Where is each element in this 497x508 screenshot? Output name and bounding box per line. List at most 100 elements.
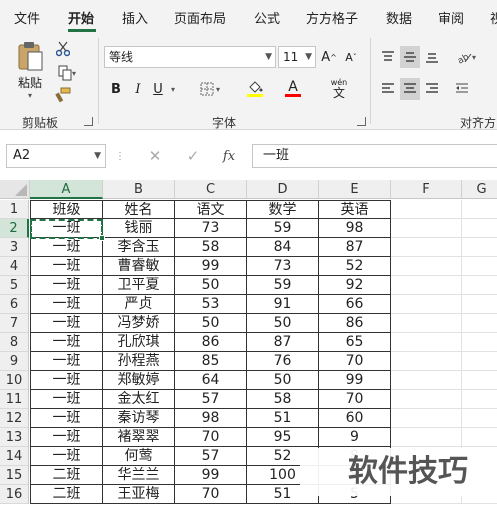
table-cell[interactable] [462, 352, 497, 371]
fill-handle[interactable] [99, 235, 105, 241]
table-cell[interactable]: 50 [247, 371, 319, 390]
tab-8[interactable]: 审阅 [438, 8, 464, 27]
align-bottom-icon[interactable] [422, 46, 442, 68]
table-cell[interactable] [391, 276, 462, 295]
table-cell[interactable] [462, 428, 497, 447]
table-cell[interactable]: 51 [247, 409, 319, 428]
table-cell[interactable] [391, 238, 462, 257]
tab-7[interactable]: 数据 [386, 8, 412, 27]
table-cell[interactable]: 二班 [30, 466, 103, 485]
select-all-corner[interactable] [0, 180, 30, 199]
table-cell[interactable]: 58 [247, 390, 319, 409]
column-header-g[interactable]: G [462, 180, 497, 199]
table-cell[interactable]: 50 [175, 314, 247, 333]
table-cell[interactable] [462, 314, 497, 333]
chevron-down-icon[interactable]: ▼ [265, 47, 272, 67]
table-cell[interactable]: 52 [319, 257, 391, 276]
table-cell[interactable] [462, 276, 497, 295]
row-header[interactable]: 8 [0, 333, 29, 352]
table-cell[interactable]: 华兰兰 [103, 466, 175, 485]
row-header[interactable]: 5 [0, 276, 29, 295]
column-header-d[interactable]: D [247, 180, 319, 199]
table-cell[interactable]: 59 [247, 276, 319, 295]
font-name-dropdown[interactable]: 等线 ▼ [104, 46, 276, 68]
table-cell[interactable]: 92 [319, 276, 391, 295]
table-cell[interactable] [391, 314, 462, 333]
font-color-icon[interactable]: A [278, 76, 308, 100]
header-cell[interactable]: 语文 [175, 200, 247, 219]
row-header[interactable]: 3 [0, 238, 29, 257]
tab-1[interactable]: 文件 [14, 8, 40, 27]
table-cell[interactable]: 50 [247, 314, 319, 333]
row-header[interactable]: 7 [0, 314, 29, 333]
align-top-icon[interactable] [378, 46, 398, 68]
row-header[interactable]: 2 [0, 219, 29, 238]
header-cell[interactable]: 英语 [319, 200, 391, 219]
table-cell[interactable]: 一班 [30, 238, 103, 257]
table-cell[interactable]: 73 [247, 257, 319, 276]
chevron-down-icon[interactable]: ▾ [28, 91, 32, 100]
table-cell[interactable]: 99 [175, 257, 247, 276]
font-size-dropdown[interactable]: 11 ▼ [278, 46, 316, 68]
align-middle-icon[interactable] [400, 46, 420, 68]
italic-button[interactable]: I [130, 78, 146, 100]
table-cell[interactable]: 秦访琴 [103, 409, 175, 428]
table-cell[interactable]: 86 [175, 333, 247, 352]
table-cell[interactable]: 91 [247, 295, 319, 314]
table-cell[interactable]: 一班 [30, 409, 103, 428]
table-cell[interactable] [391, 352, 462, 371]
table-cell[interactable]: 57 [175, 447, 247, 466]
table-cell[interactable]: 87 [247, 333, 319, 352]
table-cell[interactable]: 卫平夏 [103, 276, 175, 295]
table-cell[interactable]: 85 [175, 352, 247, 371]
table-cell[interactable]: 53 [175, 295, 247, 314]
enter-icon[interactable]: ✓ [182, 146, 204, 166]
table-cell[interactable]: 严贞 [103, 295, 175, 314]
table-cell[interactable]: 李含玉 [103, 238, 175, 257]
table-cell[interactable]: 58 [175, 238, 247, 257]
table-cell[interactable] [462, 238, 497, 257]
table-cell[interactable]: 郑敏婷 [103, 371, 175, 390]
table-cell[interactable]: 65 [319, 333, 391, 352]
row-header[interactable]: 16 [0, 485, 29, 504]
underline-dropdown-chevron-icon[interactable]: ▾ [168, 78, 178, 100]
table-cell[interactable]: 95 [247, 428, 319, 447]
table-cell[interactable]: 一班 [30, 314, 103, 333]
table-cell[interactable]: 一班 [30, 428, 103, 447]
row-header[interactable]: 11 [0, 390, 29, 409]
tab-6[interactable]: 方方格子 [306, 8, 358, 27]
table-cell[interactable] [462, 371, 497, 390]
header-cell[interactable]: 班级 [30, 200, 103, 219]
decrease-indent-icon[interactable] [452, 78, 472, 100]
insert-function-icon[interactable]: fx [218, 146, 240, 166]
font-launcher-icon[interactable] [357, 117, 366, 126]
table-cell[interactable]: 98 [319, 219, 391, 238]
table-cell[interactable]: 73 [175, 219, 247, 238]
table-cell[interactable] [462, 390, 497, 409]
table-cell[interactable]: 64 [175, 371, 247, 390]
tab-4[interactable]: 页面布局 [174, 8, 226, 27]
table-cell[interactable]: 59 [247, 219, 319, 238]
table-cell[interactable] [462, 200, 497, 219]
table-cell[interactable]: 二班 [30, 485, 103, 504]
table-cell[interactable]: 冯梦娇 [103, 314, 175, 333]
tab-5[interactable]: 公式 [254, 8, 280, 27]
underline-button[interactable]: U [150, 78, 166, 100]
row-header[interactable]: 10 [0, 371, 29, 390]
table-cell[interactable]: 76 [247, 352, 319, 371]
table-cell[interactable] [462, 257, 497, 276]
chevron-down-icon[interactable]: ▼ [305, 47, 312, 67]
row-header[interactable]: 1 [0, 200, 29, 219]
table-cell[interactable] [462, 295, 497, 314]
orientation-icon[interactable]: ab ▾ [452, 46, 480, 68]
table-cell[interactable]: 99 [175, 466, 247, 485]
table-cell[interactable] [391, 333, 462, 352]
row-header[interactable]: 14 [0, 447, 29, 466]
table-cell[interactable] [391, 428, 462, 447]
bold-button[interactable]: B [108, 78, 124, 100]
table-cell[interactable]: 王亚梅 [103, 485, 175, 504]
row-header[interactable]: 15 [0, 466, 29, 485]
column-header-a[interactable]: A [30, 180, 103, 199]
table-cell[interactable] [391, 200, 462, 219]
name-box[interactable]: A2 ▼ [6, 144, 106, 168]
